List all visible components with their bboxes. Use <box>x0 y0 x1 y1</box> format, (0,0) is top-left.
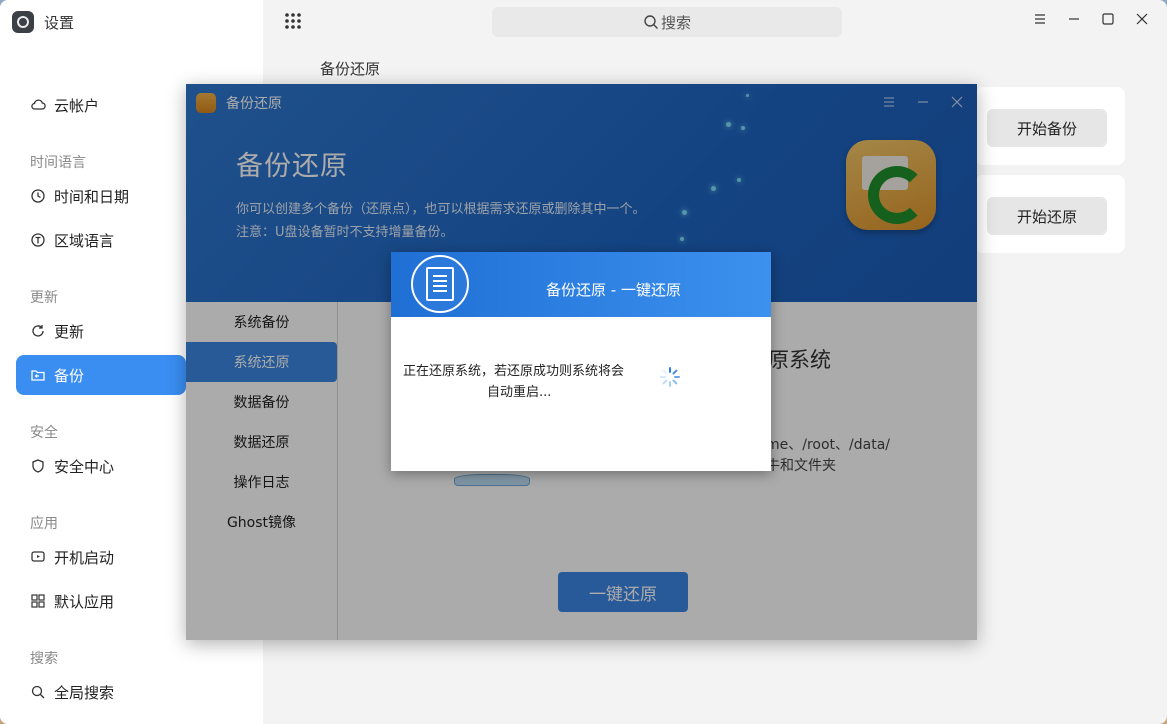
group-title-security: 安全 <box>30 425 58 441</box>
sidebar-item-startup[interactable]: 开机启动 <box>16 537 186 577</box>
group-title-time-language: 时间语言 <box>30 155 86 171</box>
search-icon <box>644 15 658 29</box>
search-icon <box>30 684 46 700</box>
sidebar-item-label: 安全中心 <box>54 457 115 476</box>
dialog-message: 正在还原系统，若还原成功则系统将会 <box>403 364 625 379</box>
group-title-apps: 应用 <box>30 516 58 532</box>
clock-icon <box>30 188 46 204</box>
section-title: 备份还原 <box>320 60 381 78</box>
group-title-update: 更新 <box>30 290 58 306</box>
dialog-message: 自动重启... <box>487 385 552 400</box>
close-icon[interactable] <box>1135 12 1149 26</box>
maximize-icon[interactable] <box>1101 12 1115 26</box>
shield-icon <box>30 458 46 474</box>
dialog-title: 备份还原 - 一键还原 <box>546 281 681 299</box>
start-backup-button[interactable]: 开始备份 <box>987 109 1107 147</box>
group-title-search: 搜索 <box>30 651 58 667</box>
apps-grid-icon <box>30 593 46 609</box>
app-title: 设置 <box>44 13 75 32</box>
sidebar-item-backup[interactable]: 备份 <box>16 355 186 395</box>
search-placeholder: 搜索 <box>660 13 691 32</box>
sidebar-item-date-time[interactable]: 时间和日期 <box>16 176 186 216</box>
cloud-icon <box>30 97 46 113</box>
search-input[interactable]: 搜索 <box>492 7 842 37</box>
window-controls <box>1033 12 1149 26</box>
sidebar-item-global-search[interactable]: 全局搜索 <box>16 672 186 712</box>
backup-icon <box>30 367 46 383</box>
sidebar-item-update[interactable]: 更新 <box>16 311 186 351</box>
language-icon <box>30 232 46 248</box>
sidebar-item-label: 时间和日期 <box>54 187 130 206</box>
restore-progress-dialog: 备份还原 - 一键还原 正在还原系统，若还原成功则系统将会 自动重启... <box>391 252 771 471</box>
sidebar-item-label: 云帐户 <box>54 96 100 115</box>
sidebar-item-label: 全局搜索 <box>54 683 115 702</box>
sidebar-item-label: 开机启动 <box>54 548 115 567</box>
menu-icon[interactable] <box>1033 12 1047 26</box>
document-icon <box>411 255 469 313</box>
sidebar-item-default-apps[interactable]: 默认应用 <box>16 581 186 621</box>
startup-icon <box>30 549 46 565</box>
sidebar-item-cloud-account[interactable]: 云帐户 <box>16 85 186 125</box>
loading-spinner-icon <box>660 367 680 387</box>
sidebar-item-label: 区域语言 <box>54 231 115 250</box>
start-restore-button[interactable]: 开始还原 <box>987 197 1107 235</box>
minimize-icon[interactable] <box>1067 12 1081 26</box>
sidebar-item-label: 默认应用 <box>54 592 115 611</box>
update-icon <box>30 323 46 339</box>
launcher-grid-icon[interactable] <box>284 12 302 30</box>
sidebar-item-security-center[interactable]: 安全中心 <box>16 446 186 486</box>
sidebar-item-label: 备份 <box>54 366 85 385</box>
sidebar-item-region-language[interactable]: 区域语言 <box>16 220 186 260</box>
dialog-header: 备份还原 - 一键还原 <box>391 252 771 317</box>
sidebar-item-label: 更新 <box>54 322 85 341</box>
settings-logo-icon <box>12 11 34 33</box>
app-header: 设置 <box>12 10 74 34</box>
